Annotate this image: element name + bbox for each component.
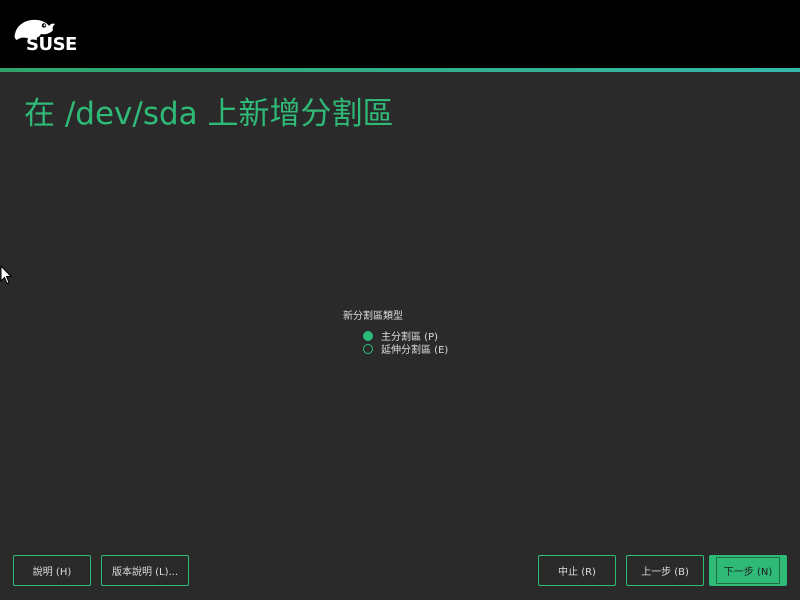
suse-logo-text: SUSE [26,34,77,55]
mouse-pointer-icon [0,265,12,285]
release-notes-button[interactable]: 版本說明 (L)... [101,555,189,586]
release-notes-button-label: 版本說明 (L)... [111,567,179,578]
abort-button[interactable]: 中止 (R) [538,555,616,586]
radio-extended-label[interactable]: 延伸分割區 (E) [381,341,448,356]
partition-type-label: 新分割區類型 [343,311,403,322]
radio-extended-partition[interactable]: 延伸分割區 (E) [363,341,448,356]
radio-unchecked-icon[interactable] [363,343,373,354]
next-button-label: 下一步 (N) [715,557,781,584]
back-button[interactable]: 上一步 (B) [626,555,704,586]
header-accent-line [0,68,800,72]
abort-button-label: 中止 (R) [558,567,596,578]
radio-checked-icon[interactable] [363,330,373,341]
next-button[interactable]: 下一步 (N) [709,555,787,586]
partition-type-group: 新分割區類型 主分割區 (P) 延伸分割區 (E) [343,307,448,356]
top-banner: SUSE [0,0,800,68]
help-button[interactable]: 說明 (H) [13,555,91,586]
page-title: 在 /dev/sda 上新增分割區 [24,96,394,132]
help-button-label: 說明 (H) [32,567,72,578]
back-button-label: 上一步 (B) [641,567,689,578]
